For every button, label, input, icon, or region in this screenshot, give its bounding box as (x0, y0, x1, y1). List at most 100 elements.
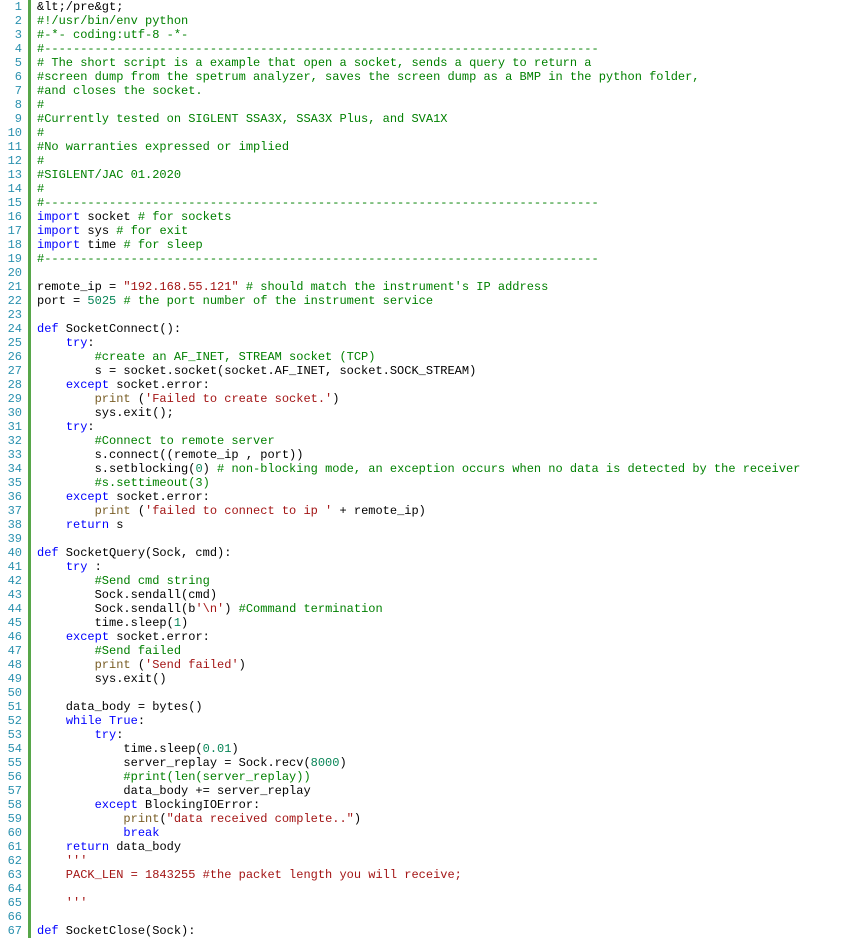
code-line[interactable]: #s.settimeout(3) (37, 476, 800, 490)
code-token: ( (159, 812, 166, 826)
line-number: 46 (2, 630, 22, 644)
code-token: : (87, 420, 94, 434)
code-line[interactable]: except socket.error: (37, 378, 800, 392)
code-line[interactable]: # The short script is a example that ope… (37, 56, 800, 70)
line-number: 62 (2, 854, 22, 868)
code-line[interactable]: Sock.sendall(cmd) (37, 588, 800, 602)
code-token (239, 280, 246, 294)
code-line[interactable]: # (37, 182, 800, 196)
code-token: #!/usr/bin/env python (37, 14, 188, 28)
code-line[interactable] (37, 882, 800, 896)
code-line[interactable]: #-*- coding:utf-8 -*- (37, 28, 800, 42)
code-token (102, 714, 109, 728)
code-line[interactable]: def SocketConnect(): (37, 322, 800, 336)
code-line[interactable]: print ('Failed to create socket.') (37, 392, 800, 406)
code-line[interactable]: return s (37, 518, 800, 532)
code-line[interactable]: ''' (37, 854, 800, 868)
code-line[interactable]: Sock.sendall(b'\n') #Command termination (37, 602, 800, 616)
code-line[interactable]: #print(len(server_replay)) (37, 770, 800, 784)
code-editor: 1234567891011121314151617181920212223242… (0, 0, 848, 938)
line-number: 67 (2, 924, 22, 938)
code-line[interactable]: remote_ip = "192.168.55.121" # should ma… (37, 280, 800, 294)
code-line[interactable] (37, 910, 800, 924)
code-token: ) (339, 756, 346, 770)
code-token: : (87, 560, 101, 574)
line-number: 54 (2, 742, 22, 756)
code-line[interactable]: server_replay = Sock.recv(8000) (37, 756, 800, 770)
code-line[interactable]: port = 5025 # the port number of the ins… (37, 294, 800, 308)
code-line[interactable]: #---------------------------------------… (37, 196, 800, 210)
code-line[interactable]: #No warranties expressed or implied (37, 140, 800, 154)
code-line[interactable]: def SocketClose(Sock): (37, 924, 800, 938)
code-area[interactable]: &lt;/pre&gt;#!/usr/bin/env python#-*- co… (29, 0, 800, 938)
code-line[interactable]: time.sleep(0.01) (37, 742, 800, 756)
code-token (37, 392, 95, 406)
code-line[interactable]: time.sleep(1) (37, 616, 800, 630)
code-token: 1 (174, 616, 181, 630)
code-line[interactable]: ''' (37, 896, 800, 910)
code-line[interactable]: #!/usr/bin/env python (37, 14, 800, 28)
code-line[interactable]: print ('failed to connect to ip ' + remo… (37, 504, 800, 518)
code-line[interactable]: s.setblocking(0) # non-blocking mode, an… (37, 462, 800, 476)
code-line[interactable]: #Send cmd string (37, 574, 800, 588)
code-line[interactable]: import time # for sleep (37, 238, 800, 252)
code-line[interactable]: data_body += server_replay (37, 784, 800, 798)
line-number: 37 (2, 504, 22, 518)
code-line[interactable]: try: (37, 420, 800, 434)
code-token: time.sleep( (37, 616, 174, 630)
code-line[interactable]: return data_body (37, 840, 800, 854)
code-line[interactable]: #Connect to remote server (37, 434, 800, 448)
line-number: 10 (2, 126, 22, 140)
code-line[interactable]: #create an AF_INET, STREAM socket (TCP) (37, 350, 800, 364)
code-line[interactable]: &lt;/pre&gt; (37, 0, 800, 14)
line-number: 9 (2, 112, 22, 126)
code-line[interactable]: break (37, 826, 800, 840)
code-line[interactable]: try : (37, 560, 800, 574)
code-line[interactable]: print ('Send failed') (37, 658, 800, 672)
line-number: 59 (2, 812, 22, 826)
code-token: #---------------------------------------… (37, 42, 599, 56)
code-line[interactable]: while True: (37, 714, 800, 728)
code-line[interactable] (37, 532, 800, 546)
code-line[interactable]: print("data received complete..") (37, 812, 800, 826)
code-line[interactable]: try: (37, 728, 800, 742)
code-token: : (138, 714, 145, 728)
code-line[interactable]: #and closes the socket. (37, 84, 800, 98)
code-line[interactable]: except BlockingIOError: (37, 798, 800, 812)
code-line[interactable] (37, 686, 800, 700)
code-line[interactable]: #---------------------------------------… (37, 252, 800, 266)
code-line[interactable]: except socket.error: (37, 490, 800, 504)
code-line[interactable]: # (37, 154, 800, 168)
code-token (37, 434, 95, 448)
code-line[interactable]: try: (37, 336, 800, 350)
code-token: ) (239, 658, 246, 672)
code-line[interactable]: #---------------------------------------… (37, 42, 800, 56)
code-line[interactable]: #Send failed (37, 644, 800, 658)
code-line[interactable]: #screen dump from the spetrum analyzer, … (37, 70, 800, 84)
code-line[interactable]: PACK_LEN = 1843255 #the packet length yo… (37, 868, 800, 882)
code-token: ''' (37, 896, 87, 910)
code-line[interactable]: sys.exit(); (37, 406, 800, 420)
code-token: Sock.sendall(cmd) (37, 588, 217, 602)
code-line[interactable]: def SocketQuery(Sock, cmd): (37, 546, 800, 560)
code-line[interactable]: s.connect((remote_ip , port)) (37, 448, 800, 462)
code-line[interactable]: s = socket.socket(socket.AF_INET, socket… (37, 364, 800, 378)
line-number: 16 (2, 210, 22, 224)
code-line[interactable] (37, 266, 800, 280)
code-token: socket.error: (109, 490, 210, 504)
code-line[interactable]: data_body = bytes() (37, 700, 800, 714)
code-line[interactable]: # (37, 126, 800, 140)
code-line[interactable]: except socket.error: (37, 630, 800, 644)
code-line[interactable]: sys.exit() (37, 672, 800, 686)
code-line[interactable]: # (37, 98, 800, 112)
code-token: #Currently tested on SIGLENT SSA3X, SSA3… (37, 112, 447, 126)
code-token: import (37, 238, 80, 252)
line-number: 36 (2, 490, 22, 504)
code-line[interactable] (37, 308, 800, 322)
code-line[interactable]: #SIGLENT/JAC 01.2020 (37, 168, 800, 182)
line-number: 66 (2, 910, 22, 924)
code-line[interactable]: import sys # for exit (37, 224, 800, 238)
code-token: BlockingIOError: (138, 798, 260, 812)
code-line[interactable]: #Currently tested on SIGLENT SSA3X, SSA3… (37, 112, 800, 126)
code-line[interactable]: import socket # for sockets (37, 210, 800, 224)
